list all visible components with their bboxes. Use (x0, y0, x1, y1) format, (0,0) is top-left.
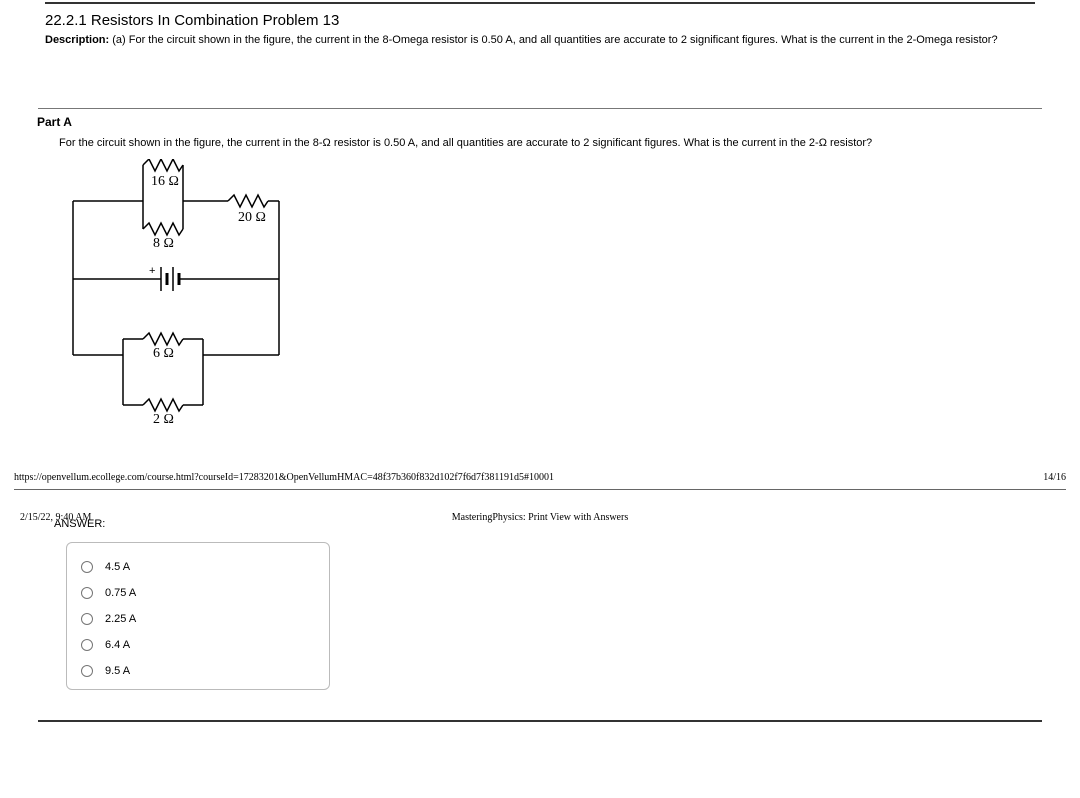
radio-option-4[interactable] (81, 639, 93, 651)
option-text: 4.5 A (105, 561, 130, 573)
answers-box: 4.5 A 0.75 A 2.25 A 6.4 A 9.5 A (66, 542, 330, 690)
radio-option-1[interactable] (81, 561, 93, 573)
part-question: For the circuit shown in the figure, the… (59, 137, 1035, 149)
description: Description: (a) For the circuit shown i… (45, 33, 1035, 48)
bottom-divider (38, 720, 1042, 722)
meta-center: MasteringPhysics: Print View with Answer… (452, 512, 628, 523)
svg-text:+: + (149, 265, 155, 277)
answer-option[interactable]: 9.5 A (81, 665, 315, 677)
page-title: 22.2.1 Resistors In Combination Problem … (45, 12, 1035, 29)
meta-date: 2/15/22, 9:40 AM (20, 512, 91, 523)
radio-option-2[interactable] (81, 587, 93, 599)
answer-option[interactable]: 2.25 A (81, 613, 315, 625)
description-label: Description: (45, 34, 109, 46)
r6-label: 6 Ω (153, 346, 174, 361)
r16-label: 16 Ω (151, 174, 179, 189)
option-text: 2.25 A (105, 613, 136, 625)
part-label: Part A (37, 115, 1035, 129)
footer-page: 14/16 (1043, 472, 1066, 483)
footer-url: https://openvellum.ecollege.com/course.h… (14, 472, 554, 483)
answer-option[interactable]: 4.5 A (81, 561, 315, 573)
circuit-diagram: + 16 Ω 20 Ω (63, 159, 1035, 430)
option-text: 6.4 A (105, 639, 130, 651)
option-text: 9.5 A (105, 665, 130, 677)
answer-option[interactable]: 6.4 A (81, 639, 315, 651)
radio-option-5[interactable] (81, 665, 93, 677)
r8-label: 8 Ω (153, 236, 174, 251)
r20-label: 20 Ω (238, 210, 266, 225)
answer-option[interactable]: 0.75 A (81, 587, 315, 599)
r2-label: 2 Ω (153, 412, 174, 427)
description-text: (a) For the circuit shown in the figure,… (109, 34, 997, 46)
radio-option-3[interactable] (81, 613, 93, 625)
section-divider (38, 108, 1042, 109)
option-text: 0.75 A (105, 587, 136, 599)
